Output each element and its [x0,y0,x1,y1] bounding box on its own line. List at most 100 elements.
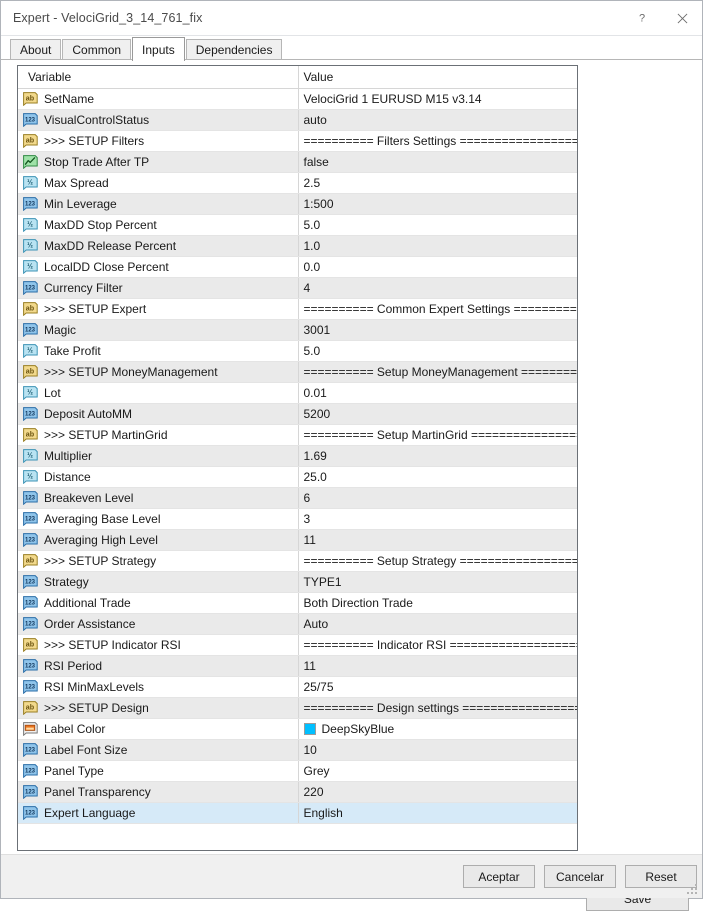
value-cell[interactable]: 5.0 [298,340,577,362]
variable-cell[interactable]: 123 Averaging Base Level [18,508,299,530]
value-cell[interactable]: TYPE1 [298,571,577,593]
value-cell[interactable]: Grey [298,760,577,782]
variable-cell[interactable]: ab >>> SETUP MoneyManagement [18,361,299,383]
value-cell[interactable]: ========== Common Expert Settings ======… [298,298,577,320]
value-cell[interactable]: DeepSkyBlue [298,718,577,740]
variable-cell[interactable]: ½ LocalDD Close Percent [18,256,299,278]
grid-row[interactable]: 123 Min Leverage 1:500 [18,193,577,215]
tab-about[interactable]: About [10,39,62,60]
close-icon[interactable] [662,1,702,35]
value-cell[interactable]: 1:500 [298,193,577,215]
value-cell[interactable]: ========== Setup MartinGrid ============… [298,424,577,446]
value-cell[interactable]: 5.0 [298,214,577,236]
variable-cell[interactable]: ½ Max Spread [18,172,299,194]
value-cell[interactable]: ========== Indicator RSI ===============… [298,634,577,656]
variable-cell[interactable]: ab >>> SETUP Filters [18,130,299,152]
grid-row[interactable]: ½ Distance 25.0 [18,466,577,488]
cancel-button[interactable]: Cancelar [544,865,616,888]
variable-cell[interactable]: 123 Min Leverage [18,193,299,215]
grid-row[interactable]: 123 VisualControlStatus auto [18,109,577,131]
value-cell[interactable]: false [298,151,577,173]
variable-cell[interactable]: ab >>> SETUP Strategy [18,550,299,572]
grid-row[interactable]: ½ MaxDD Release Percent 1.0 [18,235,577,257]
grid-row[interactable]: 123 RSI MinMaxLevels 25/75 [18,676,577,698]
resize-grip-icon[interactable] [687,884,699,896]
column-header-variable[interactable]: Variable [18,66,298,89]
value-cell[interactable]: 3001 [298,319,577,341]
grid-row[interactable]: ½ Multiplier 1.69 [18,445,577,467]
grid-row[interactable]: 123 Expert Language English [18,802,577,824]
value-cell[interactable]: 25.0 [298,466,577,488]
value-cell[interactable]: Both Direction Trade [298,592,577,614]
grid-row[interactable]: ½ Lot 0.01 [18,382,577,404]
variable-cell[interactable]: ½ Take Profit [18,340,299,362]
variable-cell[interactable]: ab >>> SETUP Indicator RSI [18,634,299,656]
grid-row[interactable]: ab SetName VelociGrid 1 EURUSD M15 v3.14 [18,88,577,110]
grid-row[interactable]: ab >>> SETUP MartinGrid ========== Setup M… [18,424,577,446]
variable-cell[interactable]: ½ MaxDD Release Percent [18,235,299,257]
tab-dependencies[interactable]: Dependencies [185,39,283,60]
variable-cell[interactable]: 123 Order Assistance [18,613,299,635]
variable-cell[interactable]: 123 Label Font Size [18,739,299,761]
variable-cell[interactable]: ½ Multiplier [18,445,299,467]
grid-row[interactable]: ab >>> SETUP Design ========== Design sett… [18,697,577,719]
variable-cell[interactable]: 123 Additional Trade [18,592,299,614]
value-cell[interactable]: 220 [298,781,577,803]
value-cell[interactable]: ========== Design settings =============… [298,697,577,719]
grid-row[interactable]: ab >>> SETUP Filters ========== Filters Se… [18,130,577,152]
variable-cell[interactable]: ab SetName [18,88,299,110]
grid-row[interactable]: 123 Breakeven Level 6 [18,487,577,509]
variable-cell[interactable]: 123 Deposit AutoMM [18,403,299,425]
grid-row[interactable]: Stop Trade After TP false [18,151,577,173]
grid-row[interactable]: 123 Additional Trade Both Direction Trade [18,592,577,614]
value-cell[interactable]: 11 [298,529,577,551]
grid-row[interactable]: 123 Averaging High Level 11 [18,529,577,551]
value-cell[interactable]: 3 [298,508,577,530]
variable-cell[interactable]: 123 Averaging High Level [18,529,299,551]
accept-button[interactable]: Aceptar [463,865,535,888]
variable-cell[interactable]: 123 Magic [18,319,299,341]
grid-row[interactable]: 123 Panel Transparency 220 [18,781,577,803]
grid-row[interactable]: ab >>> SETUP Expert ========== Common Expe… [18,298,577,320]
grid-row[interactable]: ½ Take Profit 5.0 [18,340,577,362]
value-cell[interactable]: Auto [298,613,577,635]
value-cell[interactable]: ========== Setup MoneyManagement =======… [298,361,577,383]
value-cell[interactable]: 10 [298,739,577,761]
grid-row[interactable]: ab >>> SETUP Indicator RSI ========== Indi… [18,634,577,656]
grid-row[interactable]: 123 Currency Filter 4 [18,277,577,299]
variable-cell[interactable]: ½ Distance [18,466,299,488]
grid-row[interactable]: 123 Strategy TYPE1 [18,571,577,593]
variable-cell[interactable]: Stop Trade After TP [18,151,299,173]
variable-cell[interactable]: ½ MaxDD Stop Percent [18,214,299,236]
grid-row[interactable]: 123 RSI Period 11 [18,655,577,677]
grid-row[interactable]: 123 Magic 3001 [18,319,577,341]
value-cell[interactable]: 6 [298,487,577,509]
value-cell[interactable]: ========== Setup Strategy ==============… [298,550,577,572]
grid-row[interactable]: ab >>> SETUP Strategy ========== Setup Str… [18,550,577,572]
grid-row[interactable]: ab >>> SETUP MoneyManagement ========== Se… [18,361,577,383]
value-cell[interactable]: 2.5 [298,172,577,194]
value-cell[interactable]: 1.69 [298,445,577,467]
variable-cell[interactable]: ab >>> SETUP MartinGrid [18,424,299,446]
variable-cell[interactable]: 123 Strategy [18,571,299,593]
value-cell[interactable]: 0.01 [298,382,577,404]
value-cell[interactable]: 5200 [298,403,577,425]
variable-cell[interactable]: 123 Currency Filter [18,277,299,299]
help-icon[interactable]: ? [622,1,662,35]
value-cell[interactable]: 1.0 [298,235,577,257]
variable-cell[interactable]: 123 Expert Language [18,802,299,824]
variable-cell[interactable]: ab >>> SETUP Expert [18,298,299,320]
variable-cell[interactable]: 123 Breakeven Level [18,487,299,509]
tab-inputs[interactable]: Inputs [132,37,185,61]
value-cell[interactable]: ========== Filters Settings ============… [298,130,577,152]
tab-common[interactable]: Common [62,39,132,60]
grid-row[interactable]: 123 Deposit AutoMM 5200 [18,403,577,425]
variable-cell[interactable]: ½ Lot [18,382,299,404]
grid-row[interactable]: 123 Panel Type Grey [18,760,577,782]
variable-cell[interactable]: 123 VisualControlStatus [18,109,299,131]
value-cell[interactable]: 4 [298,277,577,299]
variable-cell[interactable]: ab >>> SETUP Design [18,697,299,719]
value-cell[interactable]: 0.0 [298,256,577,278]
grid-row[interactable]: Label Color DeepSkyBlue [18,718,577,740]
grid-row[interactable]: 123 Order Assistance Auto [18,613,577,635]
